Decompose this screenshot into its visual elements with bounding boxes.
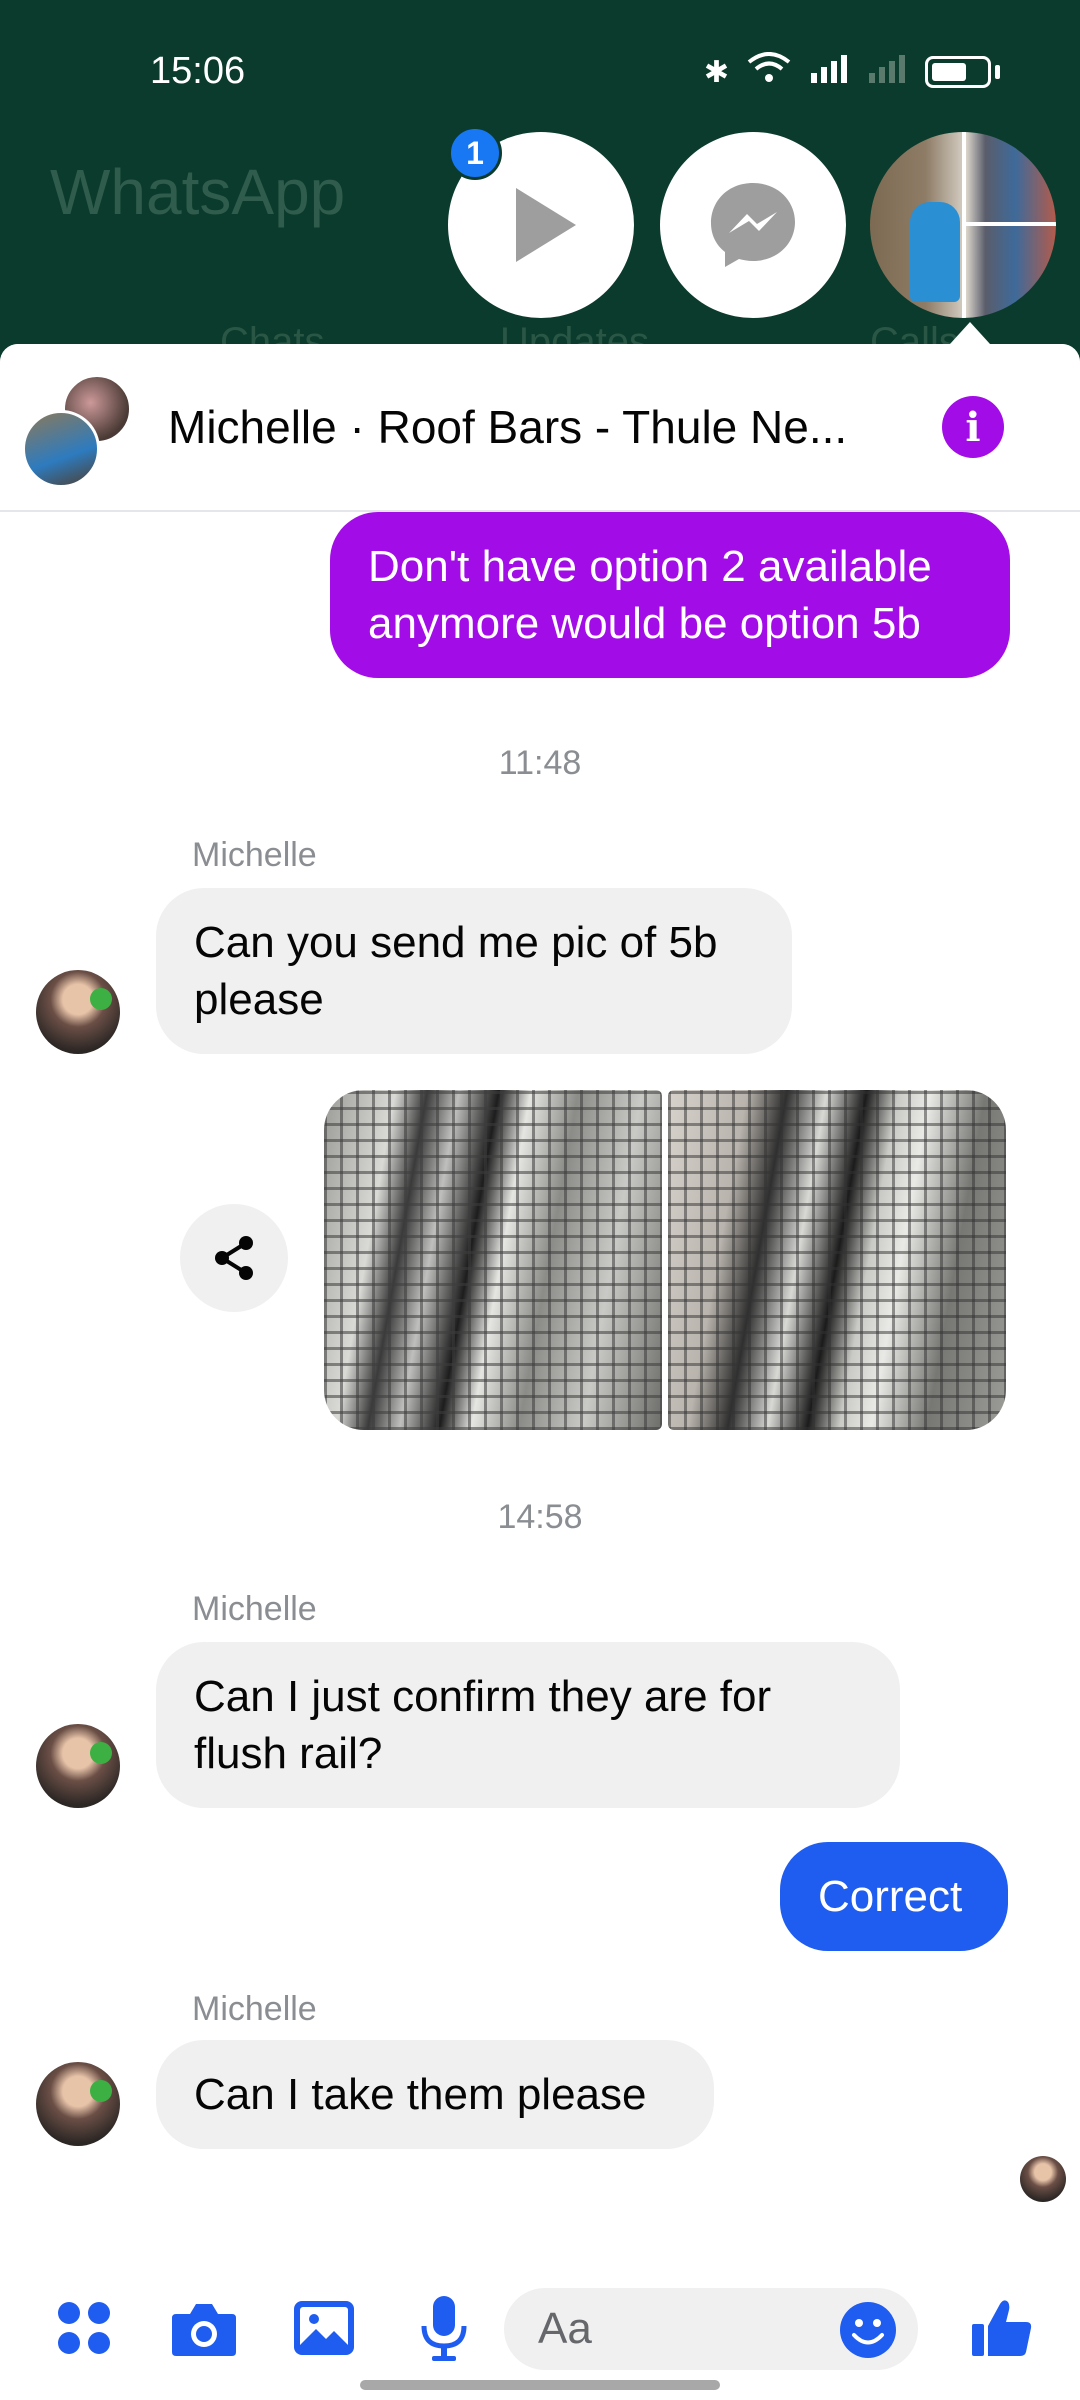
timestamp: 14:58 bbox=[497, 1498, 583, 1536]
photo-attachment[interactable] bbox=[324, 1090, 662, 1430]
battery-icon bbox=[925, 56, 991, 88]
chat-head-pointer bbox=[950, 322, 990, 344]
bluetooth-icon: ✱ bbox=[703, 55, 729, 89]
share-button[interactable] bbox=[180, 1204, 288, 1312]
conversation-header: Michelle · Roof Bars - Thule Ne... i bbox=[0, 344, 1080, 512]
outgoing-message[interactable]: Don't have option 2 available anymore wo… bbox=[330, 512, 1010, 678]
gallery-icon[interactable] bbox=[288, 2292, 360, 2364]
home-indicator bbox=[360, 2380, 720, 2390]
messenger-icon bbox=[711, 183, 795, 267]
sender-avatar[interactable] bbox=[36, 1724, 120, 1808]
status-icons: ✱ bbox=[704, 52, 1000, 92]
messenger-chat-head[interactable] bbox=[660, 132, 846, 318]
sender-name: Michelle bbox=[192, 836, 317, 874]
play-icon bbox=[516, 188, 576, 262]
whatsapp-title: WhatsApp bbox=[50, 156, 346, 228]
avatar-divider bbox=[966, 222, 1056, 226]
wifi-icon bbox=[747, 52, 791, 92]
like-icon[interactable] bbox=[966, 2292, 1038, 2364]
conversation-panel: Michelle · Roof Bars - Thule Ne... i Don… bbox=[0, 344, 1080, 2400]
emoji-icon[interactable] bbox=[838, 2300, 898, 2360]
share-icon bbox=[215, 1236, 253, 1280]
group-avatar[interactable] bbox=[22, 410, 100, 488]
status-time: 15:06 bbox=[150, 50, 246, 92]
signal-2-icon bbox=[867, 53, 907, 91]
incoming-message[interactable]: Can I just confirm they are for flush ra… bbox=[156, 1642, 900, 1808]
active-chat-head-avatar[interactable] bbox=[870, 132, 1056, 318]
notification-badge: 1 bbox=[448, 126, 502, 180]
signal-icon bbox=[809, 53, 849, 91]
info-icon[interactable]: i bbox=[942, 396, 1004, 458]
battery-tip bbox=[995, 65, 1000, 79]
sender-avatar[interactable] bbox=[36, 970, 120, 1054]
conversation-title[interactable]: Michelle · Roof Bars - Thule Ne... bbox=[168, 400, 847, 454]
photo-attachment[interactable] bbox=[668, 1090, 1006, 1430]
menu-dots-icon[interactable] bbox=[48, 2292, 120, 2364]
seen-indicator-avatar bbox=[1020, 2156, 1066, 2202]
sender-name: Michelle bbox=[192, 1590, 317, 1628]
outgoing-message[interactable]: Correct bbox=[780, 1842, 1008, 1951]
microphone-icon[interactable] bbox=[408, 2292, 480, 2364]
timestamp: 11:48 bbox=[498, 744, 582, 782]
message-input[interactable] bbox=[538, 2288, 818, 2370]
message-input-container bbox=[504, 2288, 918, 2370]
sender-name: Michelle bbox=[192, 1990, 317, 2028]
avatar-photo-part bbox=[910, 202, 960, 302]
sender-avatar[interactable] bbox=[36, 2062, 120, 2146]
camera-icon[interactable] bbox=[168, 2292, 240, 2364]
incoming-message[interactable]: Can you send me pic of 5b please bbox=[156, 888, 792, 1054]
incoming-message[interactable]: Can I take them please bbox=[156, 2040, 714, 2149]
